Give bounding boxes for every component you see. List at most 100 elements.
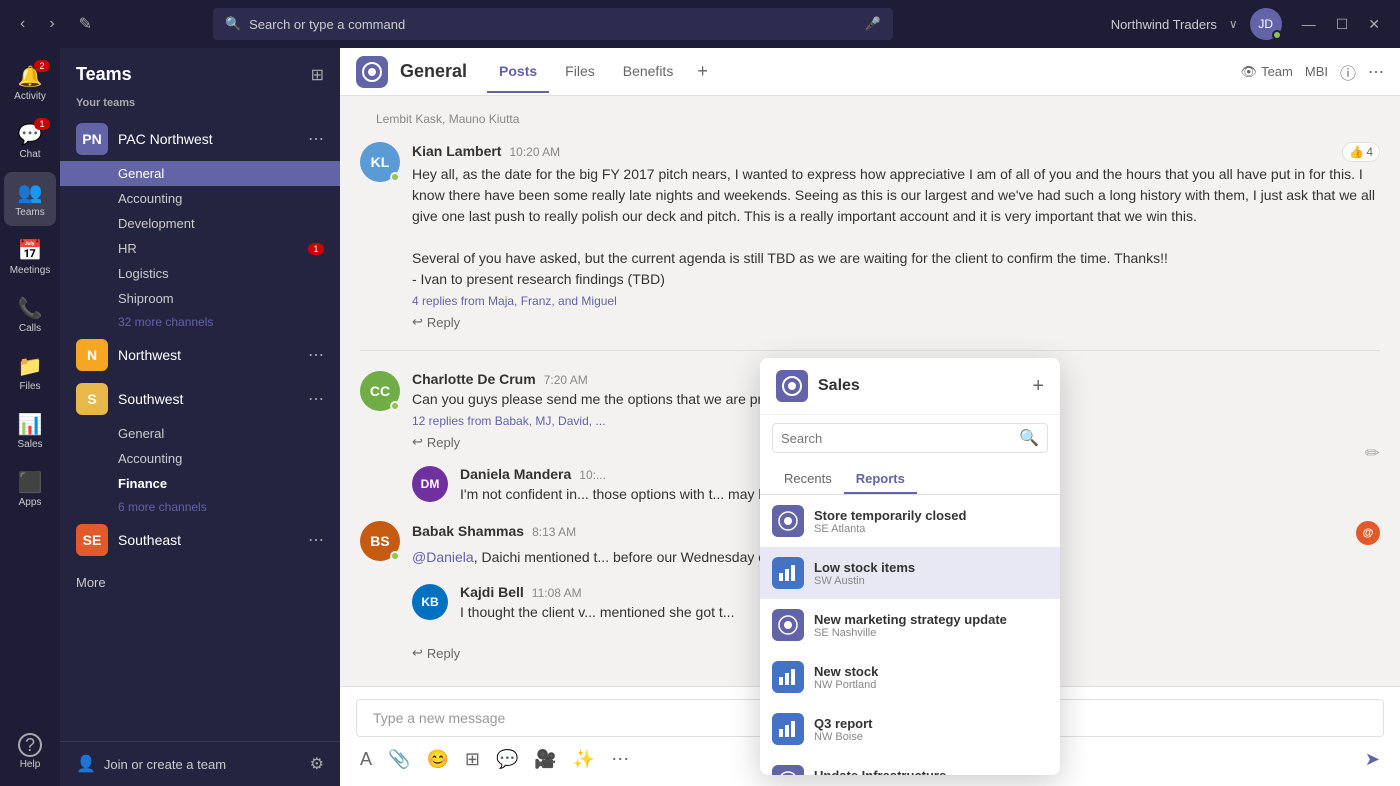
rail-item-apps[interactable]: ⬛ Apps (4, 462, 56, 516)
channel-list-southwest: General Accounting Finance (60, 421, 340, 496)
channel-item-general[interactable]: General (60, 161, 340, 186)
more-tools-button[interactable]: ⋯ (607, 745, 633, 774)
channel-item-sw-accounting[interactable]: Accounting (60, 446, 340, 471)
team-item-northwest[interactable]: N Northwest ⋯ (60, 333, 340, 377)
calls-icon: 📞 (18, 296, 43, 321)
avatar-charlotte: CC (360, 371, 400, 411)
team-more-southeast[interactable]: ⋯ (308, 530, 324, 550)
sales-label: Sales (17, 439, 42, 450)
attach-button[interactable]: 📎 (384, 745, 414, 774)
avatar-kian: KL (360, 142, 400, 182)
rail-item-files[interactable]: 📁 Files (4, 346, 56, 400)
q3-name: Q3 report (814, 716, 1048, 731)
channel-item-sw-general[interactable]: General (60, 421, 340, 446)
popup-item-low-stock[interactable]: Low stock items SW Austin (760, 547, 1060, 599)
popup-tab-recents[interactable]: Recents (772, 465, 844, 494)
send-button[interactable]: ➤ (1361, 745, 1384, 774)
channel-item-hr[interactable]: HR 1 (60, 236, 340, 261)
sparkle-button[interactable]: ✨ (569, 745, 599, 774)
rail-item-activity[interactable]: 🔔 Activity 2 (4, 56, 56, 110)
minimize-button[interactable]: — (1294, 12, 1324, 37)
reply-label-2: Reply (427, 435, 460, 450)
add-tab-button[interactable]: + (689, 51, 716, 93)
reply-action-kian[interactable]: ↩ Reply (412, 314, 1380, 330)
team-more-northwest[interactable]: ⋯ (308, 345, 324, 365)
settings-button[interactable]: ⚙ (310, 754, 324, 774)
popup-item-marketing[interactable]: New marketing strategy update SE Nashvil… (760, 599, 1060, 651)
filter-button[interactable]: ⊞ (311, 65, 324, 85)
edit-button[interactable]: ✎ (71, 10, 100, 38)
left-rail: 🔔 Activity 2 💬 Chat 1 👥 Teams 📅 Meetings… (0, 48, 60, 786)
rail-item-help[interactable]: ? Help (4, 725, 56, 778)
msg-time-kajdi: 11:08 AM (532, 586, 582, 600)
team-item-southwest[interactable]: S Southwest ⋯ (60, 377, 340, 421)
channel-item-sw-finance[interactable]: Finance (60, 471, 340, 496)
maximize-button[interactable]: ☐ (1328, 12, 1357, 37)
view-team-button[interactable]: 👁 Team (1241, 64, 1293, 80)
more-channels-southwest[interactable]: 6 more channels (60, 496, 340, 518)
more-label[interactable]: More (60, 562, 340, 604)
team-more-southwest[interactable]: ⋯ (308, 389, 324, 409)
apps-label: Apps (19, 497, 42, 508)
channel-item-logistics[interactable]: Logistics (60, 261, 340, 286)
activity-badge: 2 (34, 60, 50, 72)
main-content: General Posts Files Benefits + 👁 Team MB… (340, 48, 1400, 786)
replies-link-kian[interactable]: 4 replies from Maja, Franz, and Miguel (412, 294, 1380, 308)
chat-badge: 1 (34, 118, 50, 130)
popup-item-update-infra[interactable]: Update Infrastructure SW Phoenix (760, 755, 1060, 775)
popup-search-icon: 🔍 (1019, 428, 1039, 448)
more-button[interactable]: ⋯ (1368, 62, 1384, 82)
search-bar[interactable]: 🔍 Search or type a command 🎤 (213, 8, 893, 40)
popup-item-text-new-stock: New stock NW Portland (814, 664, 1048, 691)
store-closed-name: Store temporarily closed (814, 508, 1048, 523)
team-item-southeast[interactable]: SE Southeast ⋯ (60, 518, 340, 562)
info-button[interactable]: ⓘ (1340, 60, 1356, 84)
popup-item-new-stock[interactable]: New stock NW Portland (760, 651, 1060, 703)
sidebar-header: Teams ⊞ (60, 48, 340, 93)
channel-item-shiproom[interactable]: Shiproom (60, 286, 340, 311)
mbi-button[interactable]: MBI (1305, 64, 1328, 79)
popup-item-text-infra: Update Infrastructure SW Phoenix (814, 768, 1048, 776)
team-more-pac-northwest[interactable]: ⋯ (308, 129, 324, 149)
reply-icon-3: ↩ (412, 645, 423, 661)
tab-posts[interactable]: Posts (487, 51, 549, 93)
tab-benefits[interactable]: Benefits (611, 51, 686, 93)
popup-item-text-store: Store temporarily closed SE Atlanta (814, 508, 1048, 535)
kian-online-indicator (390, 172, 400, 182)
popup-tab-reports[interactable]: Reports (844, 465, 917, 494)
back-button[interactable]: ‹ (12, 11, 33, 37)
channel-item-development[interactable]: Development (60, 211, 340, 236)
rail-item-teams[interactable]: 👥 Teams (4, 172, 56, 226)
grid-button[interactable]: ⊞ (461, 745, 484, 774)
emoji-button[interactable]: 😊 (422, 745, 452, 774)
join-label[interactable]: Join or create a team (104, 757, 226, 772)
reply-icon: ↩ (412, 314, 423, 330)
popup-item-q3-report[interactable]: Q3 report NW Boise (760, 703, 1060, 755)
format-button[interactable]: A (356, 745, 376, 774)
team-item-pac-northwest[interactable]: PN PAC Northwest ⋯ (60, 117, 340, 161)
channel-item-accounting[interactable]: Accounting (60, 186, 340, 211)
popup-tabs: Recents Reports (760, 461, 1060, 495)
video-button[interactable]: 🎥 (530, 745, 560, 774)
msg-time-daniela: 10:... (579, 468, 606, 482)
mbi-label: MBI (1305, 64, 1328, 79)
popup-item-icon-low-stock (772, 557, 804, 589)
popup-item-store-closed[interactable]: Store temporarily closed SE Atlanta (760, 495, 1060, 547)
edit-message-icon[interactable]: ✏ (1365, 443, 1380, 464)
rail-item-chat[interactable]: 💬 Chat 1 (4, 114, 56, 168)
infra-name: Update Infrastructure (814, 768, 1048, 776)
forward-button[interactable]: › (41, 11, 62, 37)
reply-label: Reply (427, 315, 460, 330)
popup-search-input[interactable] (781, 431, 1013, 446)
popup-add-button[interactable]: + (1032, 375, 1044, 398)
rail-item-meetings[interactable]: 📅 Meetings (4, 230, 56, 284)
title-bar: ‹ › ✎ 🔍 Search or type a command 🎤 North… (0, 0, 1400, 48)
chat-button[interactable]: 💬 (492, 745, 522, 774)
more-channels-pac-northwest[interactable]: 32 more channels (60, 311, 340, 333)
rail-item-sales[interactable]: 📊 Sales (4, 404, 56, 458)
close-button[interactable]: ✕ (1360, 12, 1388, 37)
popup-search[interactable]: 🔍 (772, 423, 1048, 453)
rail-item-calls[interactable]: 📞 Calls (4, 288, 56, 342)
tab-files[interactable]: Files (553, 51, 607, 93)
user-avatar[interactable]: JD (1250, 8, 1282, 40)
